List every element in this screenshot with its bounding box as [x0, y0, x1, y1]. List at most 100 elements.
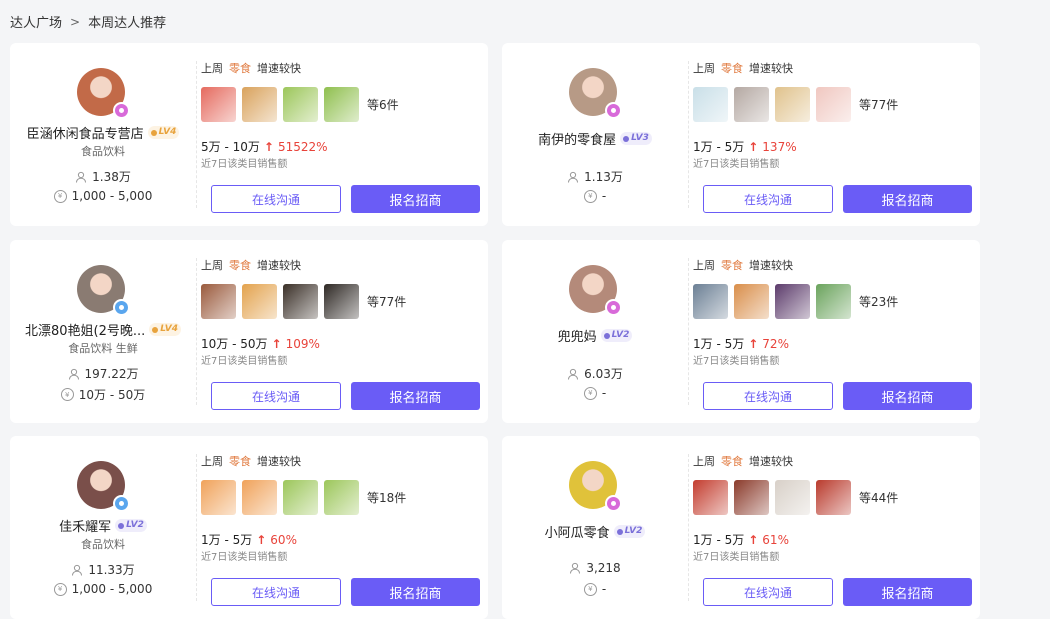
product-thumbnail[interactable] — [324, 87, 359, 122]
tag-last-week: 上周 — [201, 259, 223, 272]
influencer-name[interactable]: 兜兜妈 — [558, 326, 597, 345]
influencer-category: 食品饮料 — [81, 538, 125, 551]
verified-badge-icon — [605, 495, 622, 512]
sales-row: 10万 - 50万 ↑ 109% — [201, 335, 320, 352]
tag-row: 上周 零食 增速较快 — [201, 453, 301, 469]
coin-icon: ¥ — [53, 189, 67, 203]
fans-stat: 11.33万 — [10, 561, 196, 578]
product-thumbnail[interactable] — [693, 87, 728, 122]
influencer-profile[interactable]: 小阿瓜零食 LV2 3,218 ¥ - — [502, 436, 688, 619]
fans-count: 6.03万 — [584, 367, 623, 381]
product-thumbnail[interactable] — [324, 284, 359, 319]
price-stat: ¥ 1,000 - 5,000 — [10, 582, 196, 596]
items-count[interactable]: 等77件 — [859, 96, 898, 113]
product-thumbnail[interactable] — [775, 87, 810, 122]
level-icon — [150, 129, 157, 136]
product-thumbnail[interactable] — [242, 284, 277, 319]
influencer-category: 食品饮料 — [81, 145, 125, 158]
card-details: 上周 零食 增速较快 等18件 1万 - 5万 ↑ 60% 近7日该类目销售额 … — [201, 436, 481, 619]
signup-button[interactable]: 报名招商 — [843, 185, 972, 213]
chat-button[interactable]: 在线沟通 — [211, 578, 341, 606]
product-thumbnail[interactable] — [201, 87, 236, 122]
divider — [688, 61, 689, 208]
sales-range: 1万 - 5万 — [693, 337, 745, 351]
sales-label: 近7日该类目销售额 — [693, 356, 780, 367]
coin-icon: ¥ — [583, 582, 597, 596]
influencer-profile[interactable]: 臣涵休闲食品专营店 LV4 食品饮料 1.38万 ¥ 1,000 - 5,000 — [10, 43, 196, 226]
product-thumbnail[interactable] — [283, 480, 318, 515]
sales-row: 1万 - 5万 ↑ 61% — [693, 531, 789, 548]
items-count[interactable]: 等18件 — [367, 489, 406, 506]
chat-button[interactable]: 在线沟通 — [703, 382, 833, 410]
level-icon — [118, 522, 125, 529]
influencer-profile[interactable]: 兜兜妈 LV2 6.03万 ¥ - — [502, 240, 688, 423]
tag-last-week: 上周 — [201, 455, 223, 468]
person-icon — [68, 368, 79, 380]
product-thumbnail[interactable] — [242, 87, 277, 122]
signup-button[interactable]: 报名招商 — [351, 382, 480, 410]
product-thumbnail[interactable] — [734, 87, 769, 122]
product-thumbnail[interactable] — [693, 480, 728, 515]
person-icon — [570, 562, 581, 574]
level-badge: LV2 — [115, 519, 147, 532]
product-thumbnail[interactable] — [283, 284, 318, 319]
product-thumbnail[interactable] — [775, 480, 810, 515]
product-thumbnail[interactable] — [816, 87, 851, 122]
influencer-profile[interactable]: 南伊的零食屋 LV3 1.13万 ¥ - — [502, 43, 688, 226]
growth-rate: 60% — [270, 532, 297, 547]
fans-stat: 1.13万 — [502, 168, 688, 185]
price-range: 10万 - 50万 — [78, 388, 146, 402]
price-stat: ¥ - — [502, 189, 688, 203]
items-count[interactable]: 等6件 — [367, 96, 399, 113]
verified-badge-icon — [113, 495, 130, 512]
name-row: 臣涵休闲食品专营店 LV4 — [10, 123, 196, 142]
growth-rate: 137% — [762, 139, 797, 154]
product-thumbnail[interactable] — [324, 480, 359, 515]
price-stat: ¥ - — [502, 582, 688, 596]
divider — [196, 61, 197, 208]
breadcrumb-parent[interactable]: 达人广场 — [10, 12, 62, 31]
influencer-name[interactable]: 北漂80艳姐(2号晚... — [25, 320, 145, 339]
influencer-name[interactable]: 小阿瓜零食 — [545, 522, 610, 541]
product-thumbnail[interactable] — [242, 480, 277, 515]
signup-button[interactable]: 报名招商 — [843, 382, 972, 410]
influencer-name[interactable]: 臣涵休闲食品专营店 — [27, 123, 144, 142]
sales-range: 1万 - 5万 — [201, 533, 253, 547]
fans-count: 3,218 — [586, 561, 621, 575]
signup-button[interactable]: 报名招商 — [843, 578, 972, 606]
signup-button[interactable]: 报名招商 — [351, 185, 480, 213]
product-thumbnail[interactable] — [816, 284, 851, 319]
chat-button[interactable]: 在线沟通 — [703, 185, 833, 213]
product-thumbnail[interactable] — [775, 284, 810, 319]
chat-button[interactable]: 在线沟通 — [703, 578, 833, 606]
product-thumbnail[interactable] — [283, 87, 318, 122]
influencer-name[interactable]: 南伊的零食屋 — [538, 129, 616, 148]
coin-icon: ¥ — [583, 189, 597, 203]
growth-rate: 72% — [762, 336, 789, 351]
product-thumbnail[interactable] — [201, 480, 236, 515]
product-thumbnail[interactable] — [816, 480, 851, 515]
tag-row: 上周 零食 增速较快 — [693, 257, 793, 273]
arrow-up-icon: ↑ — [748, 532, 759, 547]
influencer-profile[interactable]: 北漂80艳姐(2号晚... LV4 食品饮料 生鲜 197.22万 ¥ 10万 … — [10, 240, 196, 423]
level-icon — [623, 135, 630, 142]
product-thumbnail[interactable] — [693, 284, 728, 319]
influencer-name[interactable]: 佳禾耀军 — [59, 516, 111, 535]
sales-label: 近7日该类目销售额 — [201, 552, 288, 563]
items-count[interactable]: 等77件 — [367, 293, 406, 310]
items-count[interactable]: 等23件 — [859, 293, 898, 310]
chat-button[interactable]: 在线沟通 — [211, 382, 341, 410]
chat-button[interactable]: 在线沟通 — [211, 185, 341, 213]
product-thumbnail[interactable] — [734, 284, 769, 319]
signup-button[interactable]: 报名招商 — [351, 578, 480, 606]
sales-range: 10万 - 50万 — [201, 337, 268, 351]
verified-badge-icon — [113, 299, 130, 316]
level-badge: LV3 — [620, 132, 652, 145]
product-thumbnail[interactable] — [734, 480, 769, 515]
items-count[interactable]: 等44件 — [859, 489, 898, 506]
tag-row: 上周 零食 增速较快 — [201, 60, 301, 76]
product-thumbnails: 等77件 — [693, 87, 898, 122]
influencer-profile[interactable]: 佳禾耀军 LV2 食品饮料 11.33万 ¥ 1,000 - 5,000 — [10, 436, 196, 619]
influencer-card: 兜兜妈 LV2 6.03万 ¥ - 上周 零食 增速较快 等23件 1万 - 5… — [502, 240, 980, 423]
product-thumbnail[interactable] — [201, 284, 236, 319]
